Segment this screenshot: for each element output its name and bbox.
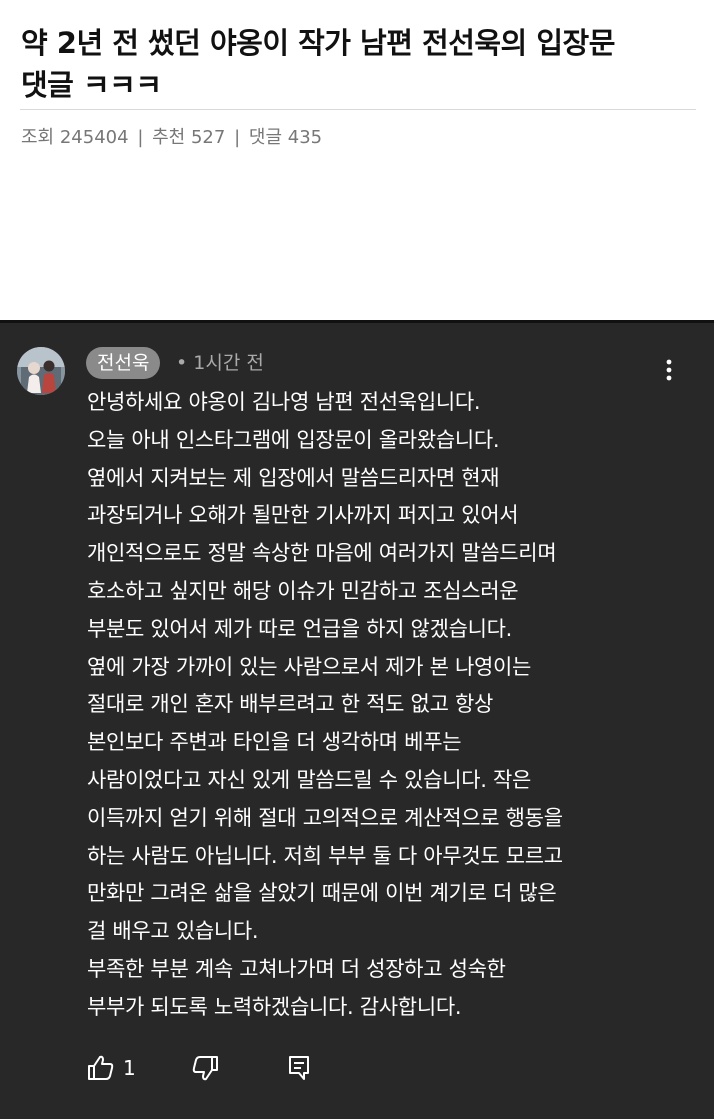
dislike-button[interactable] — [190, 1050, 230, 1086]
comment-line: 절대로 개인 혼자 배부르려고 한 적도 없고 항상 — [87, 692, 494, 717]
reply-comment-icon — [289, 1056, 309, 1080]
title-divider — [20, 109, 696, 110]
comment-action-bar: 1 — [86, 1050, 346, 1086]
post-title-line-2: 댓글 ㅋㅋㅋ — [21, 68, 162, 102]
comment-line: 개인적으로도 정말 속상한 마음에 여러가지 말씀드리며 — [87, 541, 557, 566]
post-title: 약 2년 전 썼던 야옹이 작가 남편 전선욱의 입장문 댓글 ㅋㅋㅋ — [21, 22, 701, 106]
post-meta: 조회 245404 | 추천 527 | 댓글 435 — [21, 124, 322, 152]
comment-line: 걸 배우고 있습니다. — [87, 919, 259, 944]
reply-button[interactable] — [284, 1050, 324, 1086]
views-count: 245404 — [59, 127, 129, 148]
meta-separator: | — [234, 127, 241, 148]
post-header: 약 2년 전 썼던 야옹이 작가 남편 전선욱의 입장문 댓글 ㅋㅋㅋ 조회 2… — [0, 0, 714, 320]
comment-line: 오늘 아내 인스타그램에 입장문이 올라왔습니다. — [87, 427, 500, 452]
comment-line: 안녕하세요 야옹이 김나영 남편 전선욱입니다. — [87, 390, 481, 414]
thumbs-down-icon — [192, 1056, 218, 1081]
comment-body: 안녕하세요 야옹이 김나영 남편 전선욱입니다. 오늘 아내 인스타그램에 입장문… — [87, 384, 697, 1027]
post-title-line-1: 약 2년 전 썼던 야옹이 작가 남편 전선욱의 입장문 — [21, 26, 615, 60]
meta-separator: | — [137, 127, 144, 148]
comment-line: 과장되거나 오해가 될만한 기사까지 퍼지고 있어서 — [87, 503, 519, 528]
comment-screenshot: 전선욱 • 1시간 전 안녕하세요 야옹이 김나영 남편 전선욱입니다. 오늘 아… — [0, 320, 714, 1119]
avatar[interactable] — [17, 347, 65, 395]
comment-line: 하는 사람도 아닙니다. 저희 부부 둘 다 아무것도 모르고 — [87, 843, 563, 868]
comments-label: 댓글 — [248, 127, 283, 148]
avatar-photo — [17, 347, 65, 395]
recommend-count: 527 — [190, 127, 226, 148]
comment-line: 호소하고 싶지만 해당 이슈가 민감하고 조심스러운 — [87, 578, 519, 603]
comment-line: 본인보다 주변과 타인을 더 생각하며 베푸는 — [87, 730, 462, 755]
comment-line: 옆에 가장 가까이 있는 사람으로서 제가 본 나영이는 — [87, 654, 532, 679]
like-count: 1 — [123, 1056, 136, 1080]
author-name-chip[interactable]: 전선욱 — [86, 347, 161, 379]
comment-line: 부분도 있어서 제가 따로 언급을 하지 않겠습니다. — [87, 616, 513, 641]
more-vertical-icon[interactable] — [658, 357, 680, 385]
comment-time: • 1시간 전 — [176, 352, 264, 374]
comment-line: 사람이었다고 자신 있게 말씀드릴 수 있습니다. 작은 — [87, 767, 532, 792]
comment-line: 부부가 되도록 노력하겠습니다. 감사합니다. — [87, 994, 462, 1019]
comment-line: 만화만 그려온 삶을 살았기 때문에 이번 계기로 더 많은 — [87, 881, 557, 906]
comment-line: 이득까지 얻기 위해 절대 고의적으로 계산적으로 행동을 — [87, 805, 563, 830]
like-button[interactable]: 1 — [86, 1050, 146, 1086]
comment-line: 부족한 부분 계속 고쳐나가며 더 성장하고 성숙한 — [87, 956, 506, 981]
panel-top-edge — [0, 320, 714, 323]
recommend-label: 추천 — [152, 127, 186, 148]
comment-line: 옆에서 지켜보는 제 입장에서 말씀드리자면 현재 — [87, 465, 500, 490]
views-label: 조회 — [21, 127, 55, 148]
comments-count: 435 — [287, 127, 323, 148]
thumbs-up-icon — [88, 1055, 114, 1080]
